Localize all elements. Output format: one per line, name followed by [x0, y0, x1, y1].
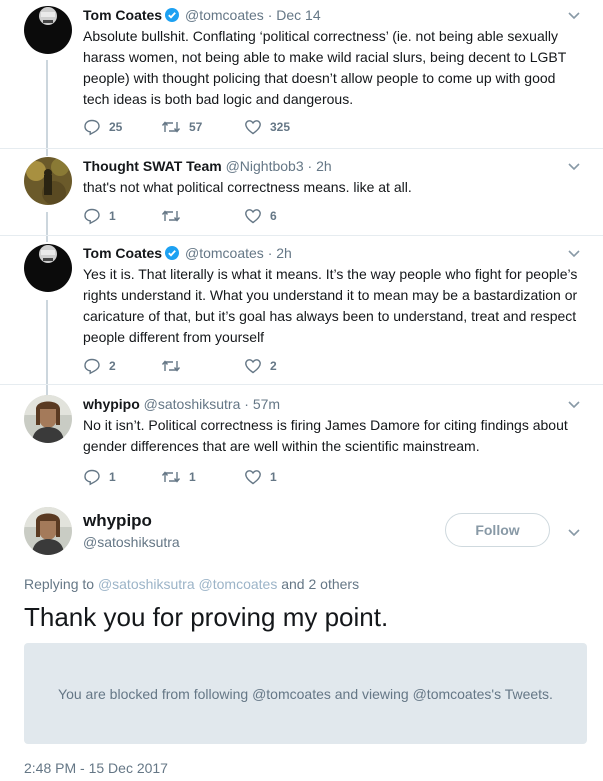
- author-handle[interactable]: @satoshiksutra: [144, 396, 241, 412]
- separator-dot: ·: [267, 245, 273, 261]
- like-count: 325: [270, 120, 291, 134]
- like-button[interactable]: 2: [244, 357, 277, 375]
- author-handle[interactable]: @tomcoates: [185, 245, 264, 261]
- replying-to-line: Replying to @satoshiksutra @tomcoates an…: [24, 575, 359, 593]
- main-tweet-timestamp[interactable]: 2:48 PM - 15 Dec 2017: [24, 759, 168, 777]
- retweet-count: 1: [189, 470, 196, 484]
- retweet-button[interactable]: [161, 357, 189, 375]
- reply-count: 2: [109, 359, 116, 373]
- retweet-icon: [161, 118, 189, 136]
- verified-badge-icon: [165, 246, 180, 264]
- author-name[interactable]: Tom Coates: [83, 245, 162, 261]
- avatar[interactable]: [24, 157, 72, 205]
- replying-user-link[interactable]: @tomcoates: [199, 576, 278, 592]
- reply-button[interactable]: 1: [83, 207, 116, 225]
- retweet-icon: [161, 468, 189, 486]
- blocked-notice: You are blocked from following @tomcoate…: [24, 643, 587, 744]
- like-count: 6: [270, 209, 277, 223]
- chevron-down-icon[interactable]: [567, 8, 581, 22]
- reply-button[interactable]: 2: [83, 357, 116, 375]
- main-tweet-avatar[interactable]: [24, 507, 72, 555]
- author-name[interactable]: Tom Coates: [83, 7, 162, 23]
- verified-badge-icon: [165, 8, 180, 26]
- tweet-text: that's not what political correctness me…: [83, 179, 412, 195]
- blocked-notice-text: You are blocked from following @tomcoate…: [58, 685, 553, 702]
- reply-icon: [83, 207, 109, 225]
- reply-icon: [83, 357, 109, 375]
- author-name[interactable]: Thought SWAT Team: [83, 158, 222, 174]
- reply-icon: [83, 118, 109, 136]
- author-handle[interactable]: @Nightbob3: [226, 158, 304, 174]
- retweet-icon: [161, 357, 189, 375]
- tweet-text: Absolute bullshit. Conflating ‘political…: [83, 28, 566, 107]
- chevron-down-icon[interactable]: [567, 397, 581, 411]
- tweet-item[interactable]: Tom Coates @tomcoates · Dec 14 Absolute …: [0, 0, 603, 148]
- replying-others[interactable]: and 2 others: [281, 576, 359, 592]
- tweet-time[interactable]: 2h: [276, 245, 292, 261]
- reply-button[interactable]: 1: [83, 468, 116, 486]
- retweet-button[interactable]: [161, 207, 189, 225]
- author-name[interactable]: whypipo: [83, 396, 140, 412]
- follow-button[interactable]: Follow: [445, 513, 550, 547]
- tweet-text: Yes it is. That literally is what it mea…: [83, 266, 578, 345]
- tweet-time[interactable]: Dec 14: [276, 7, 320, 23]
- retweet-icon: [161, 207, 189, 225]
- retweet-button[interactable]: 57: [161, 118, 202, 136]
- main-tweet-author-handle[interactable]: @satoshiksutra: [83, 533, 180, 551]
- avatar[interactable]: [24, 395, 72, 443]
- heart-icon: [244, 468, 270, 486]
- separator-dot: ·: [267, 7, 273, 23]
- chevron-down-icon[interactable]: [567, 246, 581, 260]
- reply-count: 1: [109, 470, 116, 484]
- tweet-text: No it isn’t. Political correctness is fi…: [83, 417, 568, 454]
- reply-count: 25: [109, 120, 123, 134]
- avatar[interactable]: [24, 6, 72, 54]
- like-button[interactable]: 1: [244, 468, 277, 486]
- separator-dot: ·: [307, 158, 313, 174]
- reply-button[interactable]: 25: [83, 118, 122, 136]
- reply-count: 1: [109, 209, 116, 223]
- heart-icon: [244, 357, 270, 375]
- main-tweet-author-name[interactable]: whypipo: [83, 511, 152, 531]
- main-tweet-text: Thank you for proving my point.: [24, 602, 389, 632]
- avatar[interactable]: [24, 244, 72, 292]
- replying-prefix: Replying to: [24, 576, 95, 592]
- retweet-count: 57: [189, 120, 203, 134]
- tweet-item[interactable]: Thought SWAT Team @Nightbob3 · 2h that's…: [0, 149, 603, 235]
- retweet-button[interactable]: 1: [161, 468, 196, 486]
- heart-icon: [244, 118, 270, 136]
- tweet-item[interactable]: whypipo @satoshiksutra · 57m No it isn’t…: [0, 385, 603, 493]
- tweet-time[interactable]: 2h: [316, 158, 332, 174]
- like-button[interactable]: 325: [244, 118, 290, 136]
- author-handle[interactable]: @tomcoates: [185, 7, 264, 23]
- like-count: 2: [270, 359, 277, 373]
- chevron-down-icon[interactable]: [567, 525, 581, 539]
- tweet-item[interactable]: Tom Coates @tomcoates · 2h Yes it is. Th…: [0, 236, 603, 384]
- heart-icon: [244, 207, 270, 225]
- replying-user-link[interactable]: @satoshiksutra: [98, 576, 195, 592]
- separator-dot: ·: [244, 396, 249, 412]
- chevron-down-icon[interactable]: [567, 159, 581, 173]
- like-button[interactable]: 6: [244, 207, 277, 225]
- reply-icon: [83, 468, 109, 486]
- tweet-time[interactable]: 57m: [253, 396, 280, 412]
- like-count: 1: [270, 470, 277, 484]
